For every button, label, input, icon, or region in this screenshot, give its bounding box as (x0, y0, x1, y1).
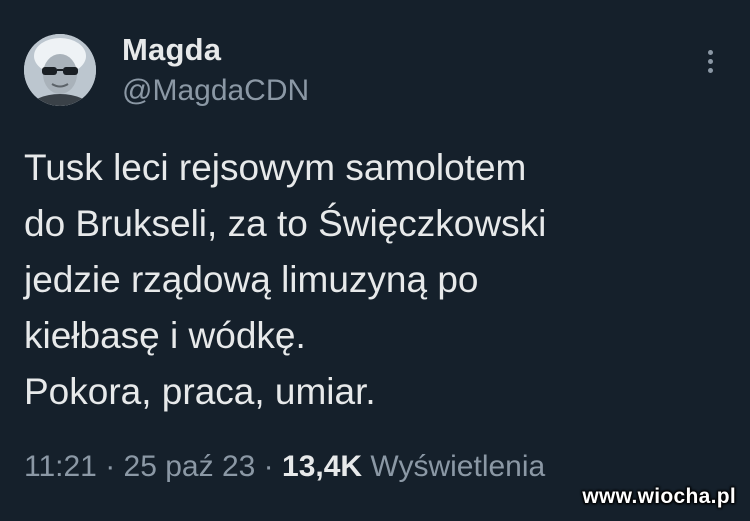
user-handle[interactable]: @MagdaCDN (122, 74, 309, 108)
separator: · (105, 450, 116, 483)
views-count: 13,4K (282, 450, 363, 483)
separator: · (263, 450, 274, 483)
more-vertical-icon[interactable] (698, 50, 722, 82)
tweet-line: jedzie rządową limuzyną po (24, 259, 479, 300)
tweet-line: kiełbasę i wódkę. (24, 315, 306, 356)
tweet-card: Magda @MagdaCDN Tusk leci rejsowym samol… (0, 0, 750, 521)
tweet-line: Tusk leci rejsowym samolotem (24, 147, 527, 188)
display-name[interactable]: Magda (122, 32, 221, 68)
tweet-time[interactable]: 11:21 (24, 450, 97, 483)
tweet-date[interactable]: 25 paź 23 (124, 450, 256, 483)
views-label: Wyświetlenia (370, 450, 546, 483)
tweet-meta: 11:21 · 25 paź 23 · 13,4K Wyświetlenia (24, 450, 545, 484)
avatar-photo-icon (24, 34, 96, 106)
avatar[interactable] (24, 34, 96, 106)
watermark: www.wiocha.pl (582, 485, 736, 508)
tweet-line: Pokora, praca, umiar. (24, 371, 376, 412)
tweet-text: Tusk leci rejsowym samolotem do Brukseli… (24, 140, 724, 420)
tweet-line: do Brukseli, za to Święczkowski (24, 203, 547, 244)
